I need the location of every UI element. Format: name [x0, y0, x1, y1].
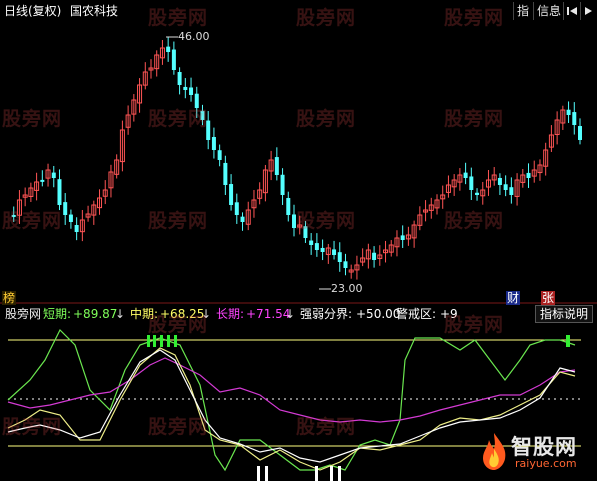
flame-icon: [483, 433, 506, 470]
candle-body: [194, 93, 199, 108]
chart-window: 日线(复权) 国农科技 指 信息 46.00 23.00 榜 财 张 股旁网 短…: [0, 0, 597, 481]
candle-body: [309, 240, 314, 245]
candle-body: [509, 187, 514, 195]
candle-body: [503, 184, 508, 190]
candle-body: [177, 72, 182, 85]
long-term-value: +71.54: [246, 307, 291, 321]
short-arrow-icon: ↓: [115, 307, 126, 321]
candle-body: [40, 179, 45, 182]
strength-divide-label: 强弱分界:: [300, 307, 353, 321]
candle-body: [68, 214, 73, 222]
candle-body: [286, 197, 291, 215]
candle-body: [63, 202, 68, 215]
candle-body: [292, 214, 296, 228]
long-arrow-icon: ↓: [285, 307, 296, 321]
long-term-label: 长期:: [216, 307, 245, 321]
warning-zone-label: 警戒区:: [396, 307, 437, 321]
candle-body: [11, 214, 16, 217]
candle-body: [240, 216, 245, 222]
candlestick-series: [11, 36, 582, 280]
candle-body: [274, 157, 279, 175]
candle-body: [578, 126, 582, 140]
candle-body: [234, 202, 239, 215]
candle-body: [57, 179, 62, 205]
candle-body: [183, 86, 188, 90]
indicator-source: 股旁网: [5, 307, 42, 321]
candle-body: [223, 162, 228, 185]
candle-body: [320, 247, 325, 252]
finance-marker[interactable]: 财: [506, 291, 521, 305]
candle-body: [400, 235, 405, 240]
long-term-line: [7, 357, 576, 423]
strength-divide-value: +50.00: [356, 307, 401, 321]
brand-logo: 智股网 raiyue.com: [479, 429, 591, 475]
candle-body: [206, 120, 211, 140]
candle-body: [343, 261, 348, 268]
candle-body: [217, 150, 222, 160]
candle-body: [229, 184, 234, 205]
candle-body: [526, 172, 531, 178]
candle-body: [314, 243, 319, 250]
short-term-label: 短期:: [43, 307, 72, 321]
mid-term-label: 中期:: [130, 307, 159, 321]
candle-body: [51, 172, 56, 178]
candle-body: [469, 176, 474, 190]
candle-body: [200, 110, 205, 120]
candle-body: [211, 137, 216, 150]
candle-body: [337, 252, 342, 262]
candle-body: [171, 49, 176, 70]
candle-body: [566, 109, 571, 115]
mid-arrow-icon: ↓: [201, 307, 212, 321]
mid-term-value: +68.25: [160, 307, 205, 321]
high-price-label: 46.00: [178, 30, 210, 43]
brand-url: raiyue.com: [515, 457, 577, 470]
candle-body: [280, 174, 285, 195]
indicator-explain-button[interactable]: 指标说明: [535, 305, 593, 323]
candle-body: [475, 192, 480, 195]
low-price-label: 23.00: [331, 282, 363, 295]
candle-body: [166, 46, 171, 52]
candle-body: [463, 172, 468, 178]
left-marker[interactable]: 榜: [2, 291, 17, 305]
candle-body: [497, 177, 502, 185]
buy-signal-bars: [147, 335, 570, 347]
candle-body: [572, 112, 577, 125]
candle-body: [303, 226, 308, 238]
limit-up-marker[interactable]: 张: [541, 291, 556, 305]
warning-zone-value: +9: [440, 307, 458, 321]
sell-signal-bars: [257, 466, 341, 481]
candle-body: [372, 252, 377, 260]
chart-canvas: [0, 36, 597, 481]
candle-body: [189, 87, 194, 95]
candle-body: [332, 249, 337, 255]
candle-body: [74, 224, 79, 232]
short-term-value: +89.87: [73, 307, 118, 321]
